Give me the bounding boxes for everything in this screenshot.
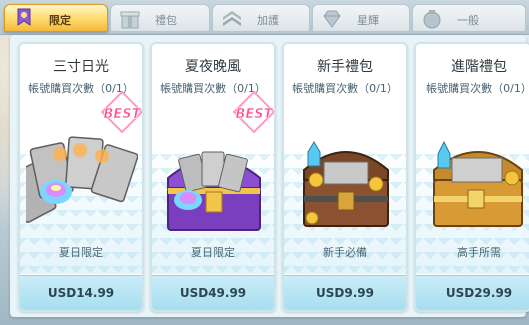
shop-tab-bar: 限定 禮包 加護 星輝 一般: [0, 0, 529, 35]
gold-chest-illustration: [433, 140, 523, 227]
item-tag: 新手必備: [323, 246, 367, 259]
tab-label: 一般: [457, 14, 479, 27]
shop-item-card[interactable]: 進階禮包 帳號購買次數（0/1） 高手所需 USD29.99: [414, 42, 529, 312]
best-label: BEST: [235, 107, 273, 122]
shop-item-card[interactable]: 夏夜晚風 帳號購買次數（0/1） BEST 夏日限定 USD49.99: [150, 42, 276, 312]
price-button[interactable]: USD9.99: [284, 275, 406, 310]
price-button[interactable]: USD14.99: [20, 275, 142, 310]
price-button[interactable]: USD29.99: [416, 275, 529, 310]
item-title: 新手禮包: [317, 59, 373, 75]
item-tag: 高手所需: [457, 246, 501, 259]
tab-general[interactable]: 一般: [412, 4, 526, 32]
coin-bag-icon: [423, 10, 441, 29]
item-tag: 夏日限定: [191, 246, 235, 259]
best-badge: BEST: [100, 90, 142, 134]
chevron-rank-icon: [223, 11, 241, 26]
purchase-limit: 帳號購買次數（0/1）: [426, 82, 529, 95]
shop-item-card[interactable]: 新手禮包 帳號購買次數（0/1） 新手必備 USD9.99: [282, 42, 408, 312]
item-title: 三寸日光: [53, 59, 109, 75]
tab-label: 星輝: [357, 14, 379, 27]
best-badge: BEST: [232, 90, 274, 134]
item-title: 夏夜晚風: [185, 59, 241, 75]
gift-box-icon: [120, 11, 140, 29]
best-label: BEST: [103, 107, 141, 122]
tab-blessing[interactable]: 加護: [212, 4, 310, 32]
tab-label: 禮包: [155, 14, 177, 27]
tab-label: 加護: [257, 14, 279, 27]
purchase-limit: 帳號購買次數（0/1）: [292, 82, 398, 95]
gem-icon: [323, 10, 341, 28]
tab-starlight[interactable]: 星輝: [312, 4, 410, 32]
shop-item-card[interactable]: 三寸日光 帳號購買次數（0/1） BEST 夏日限定 USD14.99: [18, 42, 144, 312]
item-tag: 夏日限定: [59, 246, 103, 259]
tab-label: 限定: [49, 14, 71, 27]
item-title: 進階禮包: [451, 59, 507, 75]
tab-gift-packs[interactable]: 禮包: [110, 4, 210, 32]
tab-limited[interactable]: 限定: [4, 4, 108, 32]
treasure-chest-illustration: [303, 141, 389, 227]
ribbon-icon: [17, 8, 31, 26]
price-button[interactable]: USD49.99: [152, 275, 274, 310]
